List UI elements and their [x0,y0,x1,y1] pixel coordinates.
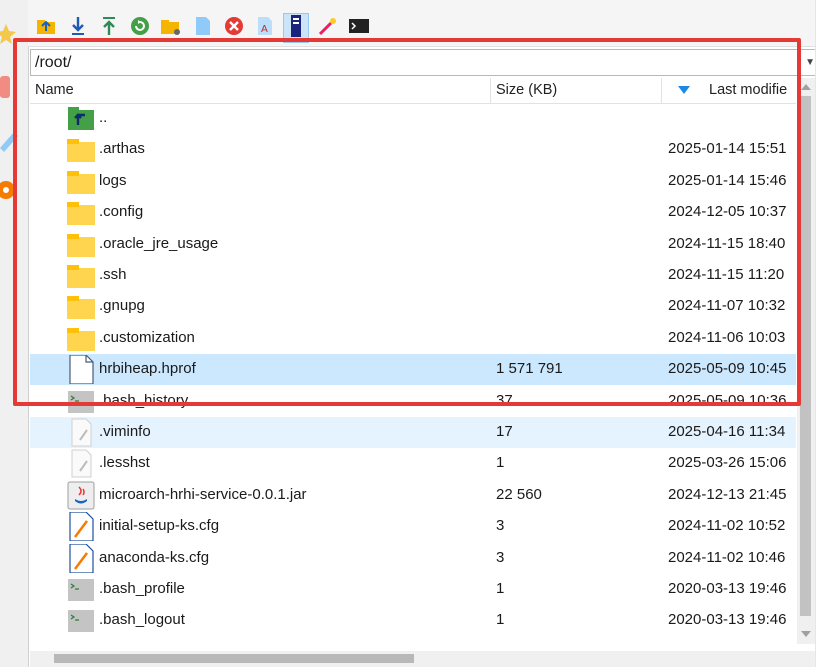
file-row[interactable]: .lesshst 1 2025-03-26 15:06 [30,448,796,479]
file-modified: 2024-11-02 10:46 [668,548,786,566]
file-modified: 2025-03-26 15:06 [668,454,787,472]
cfg-file-icon [66,511,96,542]
file-name: microarch-hrhi-service-0.0.1.jar [99,485,307,503]
file-modified: 2020-03-13 19:46 [668,611,787,629]
file-size: 3 [496,548,505,566]
file-row[interactable]: initial-setup-ks.cfg 3 2024-11-02 10:52 [30,511,796,542]
file-row[interactable]: .bash_logout 1 2020-03-13 19:46 [30,605,796,636]
scroll-down-icon[interactable] [801,631,811,637]
file-name: .bash_logout [99,611,185,629]
file-row[interactable]: anaconda-ks.cfg 3 2024-11-02 10:46 [30,542,796,574]
file-name: initial-setup-ks.cfg [99,517,220,535]
scroll-up-icon[interactable] [801,84,811,90]
horizontal-scrollbar[interactable] [30,651,815,667]
file-name: anaconda-ks.cfg [99,548,210,566]
highlight-annotation-box [13,38,801,406]
file-size: 17 [496,423,513,440]
file-modified: 2025-04-16 11:34 [668,423,786,440]
file-modified: 2020-03-13 19:46 [668,580,787,597]
shell-file-icon [66,575,96,604]
text-file-icon [66,449,96,478]
file-modified: 2024-12-13 21:45 [668,485,787,503]
horizontal-scroll-thumb[interactable] [54,654,414,663]
file-name: .bash_profile [99,580,185,597]
window-frame-edge [815,0,831,667]
file-name: .viminfo [99,423,151,440]
file-size: 1 [496,580,505,597]
file-size: 1 [496,611,505,629]
file-row[interactable]: microarch-hrhi-service-0.0.1.jar 22 560 20… [30,480,796,511]
java-jar-icon [66,481,96,510]
file-row[interactable]: .bash_profile 1 2020-03-13 19:46 [30,574,796,605]
chevron-down-icon[interactable]: ▼ [805,57,815,68]
file-size: 3 [496,517,505,535]
text-file-icon [66,418,96,447]
file-modified: 2024-11-02 10:52 [668,517,786,535]
cfg-file-icon [66,542,96,574]
file-row[interactable]: .viminfo 17 2025-04-16 11:34 [30,417,796,448]
file-size: 1 [496,454,505,472]
svg-text:A: A [261,24,268,35]
file-name: .lesshst [99,454,150,472]
shell-file-icon [66,606,96,635]
file-size: 22 560 [496,485,542,503]
vertical-scroll-thumb[interactable] [800,96,811,616]
